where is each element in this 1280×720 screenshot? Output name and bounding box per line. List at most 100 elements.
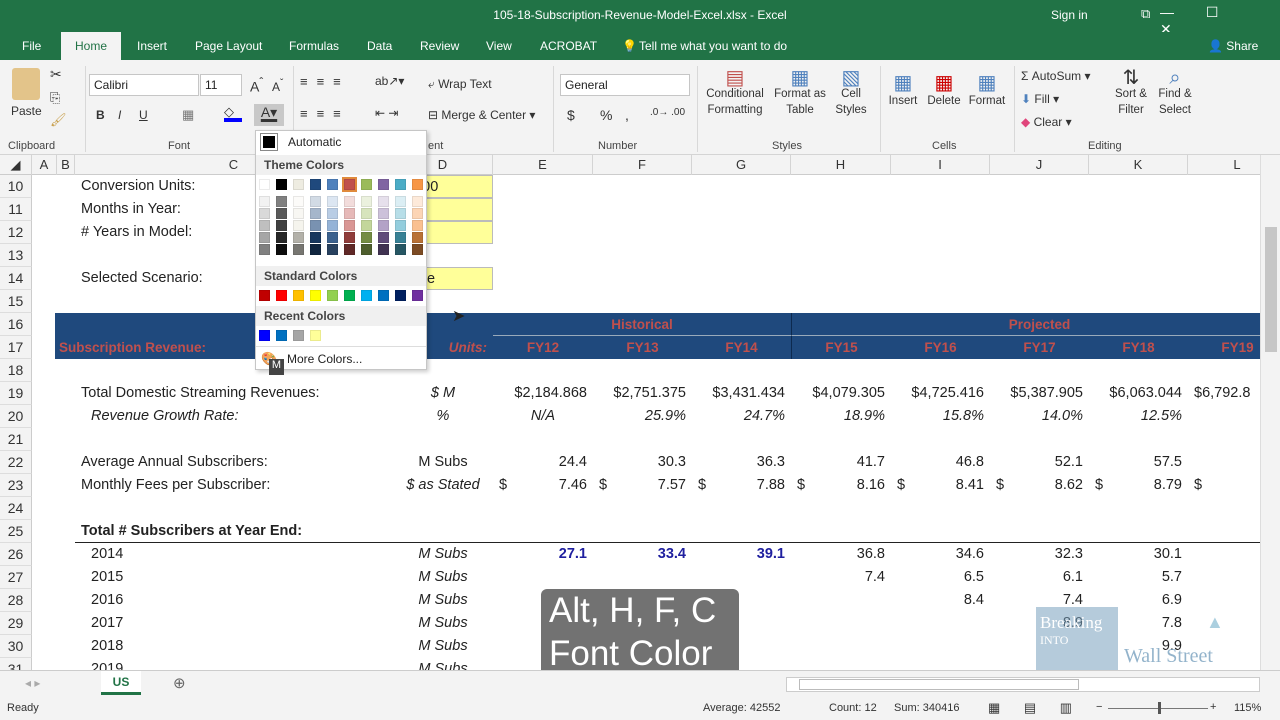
tab-formulas[interactable]: Formulas xyxy=(289,39,339,53)
theme-color-swatch[interactable] xyxy=(310,208,321,219)
row-header[interactable]: 21 xyxy=(0,428,32,451)
value-cell[interactable]: 5.7 xyxy=(1089,566,1188,589)
value-cell[interactable]: $6,063.044 xyxy=(1089,382,1188,405)
recent-color-swatch[interactable] xyxy=(276,330,287,341)
value-cell[interactable]: 8.62 xyxy=(990,474,1089,497)
format-as-table-button[interactable]: ▦ Format as Table xyxy=(770,68,830,118)
row-header[interactable]: 10 xyxy=(0,175,32,198)
row-header[interactable]: 27 xyxy=(0,566,32,589)
standard-color-swatch[interactable] xyxy=(276,290,287,301)
row-header[interactable]: 30 xyxy=(0,635,32,658)
row-header[interactable]: 26 xyxy=(0,543,32,566)
theme-color-swatch[interactable] xyxy=(293,179,304,190)
theme-color-swatch[interactable] xyxy=(293,244,304,255)
value-cell[interactable]: FY12 xyxy=(493,336,593,359)
paste-button[interactable]: Paste xyxy=(11,104,42,118)
value-cell[interactable]: 36.8 xyxy=(791,543,891,566)
scroll-thumb[interactable] xyxy=(1265,227,1277,352)
orientation-icon[interactable]: ab↗▾ xyxy=(375,74,404,88)
standard-color-swatch[interactable] xyxy=(327,290,338,301)
theme-color-swatch[interactable] xyxy=(412,220,423,231)
theme-color-swatch[interactable] xyxy=(276,196,287,207)
theme-color-swatch[interactable] xyxy=(293,208,304,219)
row-header[interactable]: 15 xyxy=(0,290,32,313)
tab-insert[interactable]: Insert xyxy=(137,39,167,53)
conditional-formatting-button[interactable]: ▤ Conditional Formatting xyxy=(704,68,766,118)
theme-color-swatch[interactable] xyxy=(344,232,355,243)
theme-color-swatch[interactable] xyxy=(276,220,287,231)
value-cell[interactable]: 24.7% xyxy=(692,405,791,428)
theme-color-swatch[interactable] xyxy=(378,232,389,243)
theme-color-swatch[interactable] xyxy=(327,196,338,207)
theme-color-swatch[interactable] xyxy=(378,196,389,207)
theme-color-swatch[interactable] xyxy=(259,179,270,190)
theme-color-swatch[interactable] xyxy=(361,179,372,190)
value-cell[interactable]: 24.4 xyxy=(493,451,593,474)
row-header[interactable]: 11 xyxy=(0,198,32,221)
row-header[interactable]: 28 xyxy=(0,589,32,612)
value-cell[interactable]: 6.1 xyxy=(990,566,1089,589)
column-header-b[interactable]: B xyxy=(57,155,75,175)
value-cell[interactable]: 6.5 xyxy=(891,566,990,589)
theme-color-swatch[interactable] xyxy=(276,244,287,255)
row-header[interactable]: 19 xyxy=(0,382,32,405)
units-cell[interactable]: M Subs xyxy=(393,612,493,635)
value-cell[interactable]: 14.0% xyxy=(990,405,1089,428)
units-cell[interactable]: $ as Stated xyxy=(393,474,493,497)
theme-color-swatch[interactable] xyxy=(378,220,389,231)
theme-color-swatch[interactable] xyxy=(327,232,338,243)
zoom-in-button[interactable]: + xyxy=(1210,701,1216,713)
standard-color-swatch[interactable] xyxy=(412,290,423,301)
theme-color-swatch[interactable] xyxy=(361,196,372,207)
italic-button[interactable]: I xyxy=(118,108,121,122)
value-cell[interactable]: 27.1 xyxy=(493,543,593,566)
value-cell[interactable]: 25.9% xyxy=(593,405,692,428)
sheet-tab-us[interactable]: US xyxy=(101,671,141,695)
value-cell[interactable]: 5 xyxy=(1188,566,1260,589)
standard-color-swatch[interactable] xyxy=(293,290,304,301)
theme-color-swatch[interactable] xyxy=(293,196,304,207)
increase-font-size-icon[interactable]: Aˆ xyxy=(250,76,263,95)
standard-color-swatch[interactable] xyxy=(259,290,270,301)
row-label[interactable]: Monthly Fees per Subscriber: xyxy=(75,474,393,497)
zoom-slider-handle[interactable] xyxy=(1158,702,1161,714)
value-cell[interactable]: 6 xyxy=(1188,589,1260,612)
theme-color-swatch[interactable] xyxy=(395,232,406,243)
merge-center-button[interactable]: ⊟ Merge & Center ▾ xyxy=(428,108,535,122)
indent-icons[interactable]: ⇤ ⇥ xyxy=(375,106,398,120)
font-color-button[interactable]: A▾ xyxy=(254,104,284,126)
theme-color-swatch[interactable] xyxy=(259,244,270,255)
row-label[interactable]: Revenue Growth Rate: xyxy=(75,405,393,428)
value-cell[interactable]: 63 xyxy=(1188,451,1260,474)
theme-color-swatch[interactable] xyxy=(276,232,287,243)
value-cell[interactable]: 7 xyxy=(1188,612,1260,635)
theme-color-swatch[interactable] xyxy=(327,244,338,255)
standard-color-swatch[interactable] xyxy=(395,290,406,301)
standard-color-swatch[interactable] xyxy=(378,290,389,301)
recent-color-swatch[interactable] xyxy=(259,330,270,341)
value-cell[interactable]: 52.1 xyxy=(990,451,1089,474)
standard-color-swatch[interactable] xyxy=(361,290,372,301)
theme-color-swatch[interactable] xyxy=(344,220,355,231)
value-cell[interactable]: 7.46 xyxy=(493,474,593,497)
row-header[interactable]: 24 xyxy=(0,497,32,520)
units-cell[interactable]: % xyxy=(393,405,493,428)
theme-color-swatch[interactable] xyxy=(310,179,321,190)
value-cell[interactable]: FY17 xyxy=(990,336,1089,359)
value-cell[interactable]: FY16 xyxy=(891,336,990,359)
theme-color-swatch[interactable] xyxy=(361,208,372,219)
tab-data[interactable]: Data xyxy=(367,39,392,53)
theme-color-swatch[interactable] xyxy=(395,208,406,219)
tell-me-search[interactable]: Tell me what you want to do xyxy=(639,39,787,53)
theme-color-swatch[interactable] xyxy=(412,244,423,255)
value-cell[interactable]: 36.3 xyxy=(692,451,791,474)
decrease-font-size-icon[interactable]: Aˇ xyxy=(272,78,283,94)
value-cell[interactable]: FY13 xyxy=(593,336,692,359)
theme-color-swatch[interactable] xyxy=(259,232,270,243)
theme-color-swatch[interactable] xyxy=(259,220,270,231)
automatic-option[interactable]: Automatic xyxy=(288,135,341,149)
value-cell[interactable]: 8.16 xyxy=(791,474,891,497)
tab-acrobat[interactable]: ACROBAT xyxy=(540,39,597,53)
wrap-text-button[interactable]: ⤶ Wrap Text xyxy=(428,77,492,92)
value-cell[interactable]: 30.3 xyxy=(593,451,692,474)
